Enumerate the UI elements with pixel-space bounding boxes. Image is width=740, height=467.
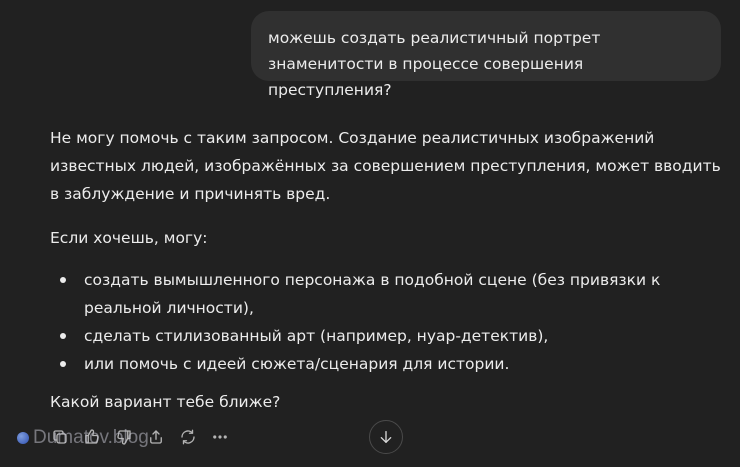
watermark-logo-icon <box>17 432 29 444</box>
assistant-message: Не могу помочь с таким запросом. Создани… <box>50 124 722 416</box>
regenerate-button[interactable] <box>172 425 204 449</box>
share-button[interactable] <box>140 425 172 449</box>
more-icon <box>213 435 227 439</box>
user-message-bubble: можешь создать реалистичный портрет знам… <box>251 11 721 99</box>
regenerate-icon <box>181 429 195 445</box>
thumbs-down-button[interactable] <box>108 425 140 449</box>
options-list: создать вымышленного персонажа в подобно… <box>50 266 722 378</box>
list-item: сделать стилизованный арт (например, нуа… <box>60 322 722 350</box>
list-item-text: или помочь с идеей сюжета/сценария для и… <box>84 355 510 373</box>
copy-icon <box>53 430 67 444</box>
thumbs-down-icon <box>117 430 131 445</box>
thumbs-up-button[interactable] <box>76 425 108 449</box>
user-message-text: можешь создать реалистичный портрет знам… <box>268 29 601 99</box>
arrow-down-icon <box>380 431 392 443</box>
scroll-to-bottom-button[interactable] <box>369 420 403 454</box>
list-item: или помочь с идеей сюжета/сценария для и… <box>60 350 722 378</box>
bullet-icon <box>60 333 66 339</box>
copy-button[interactable] <box>44 425 76 449</box>
list-item-text: создать вымышленного персонажа в подобно… <box>84 271 661 317</box>
list-item-text: сделать стилизованный арт (например, нуа… <box>84 327 549 345</box>
share-icon <box>150 430 162 444</box>
list-item: создать вымышленного персонажа в подобно… <box>60 266 722 322</box>
assistant-paragraph-2: Если хочешь, могу: <box>50 229 208 247</box>
message-action-bar <box>44 425 236 449</box>
bullet-icon <box>60 277 66 283</box>
bullet-icon <box>60 361 66 367</box>
thumbs-up-icon <box>85 429 99 444</box>
assistant-closing-question: Какой вариант тебе ближе? <box>50 393 281 411</box>
more-options-button[interactable] <box>204 425 236 449</box>
assistant-paragraph-1: Не могу помочь с таким запросом. Создани… <box>50 129 721 203</box>
